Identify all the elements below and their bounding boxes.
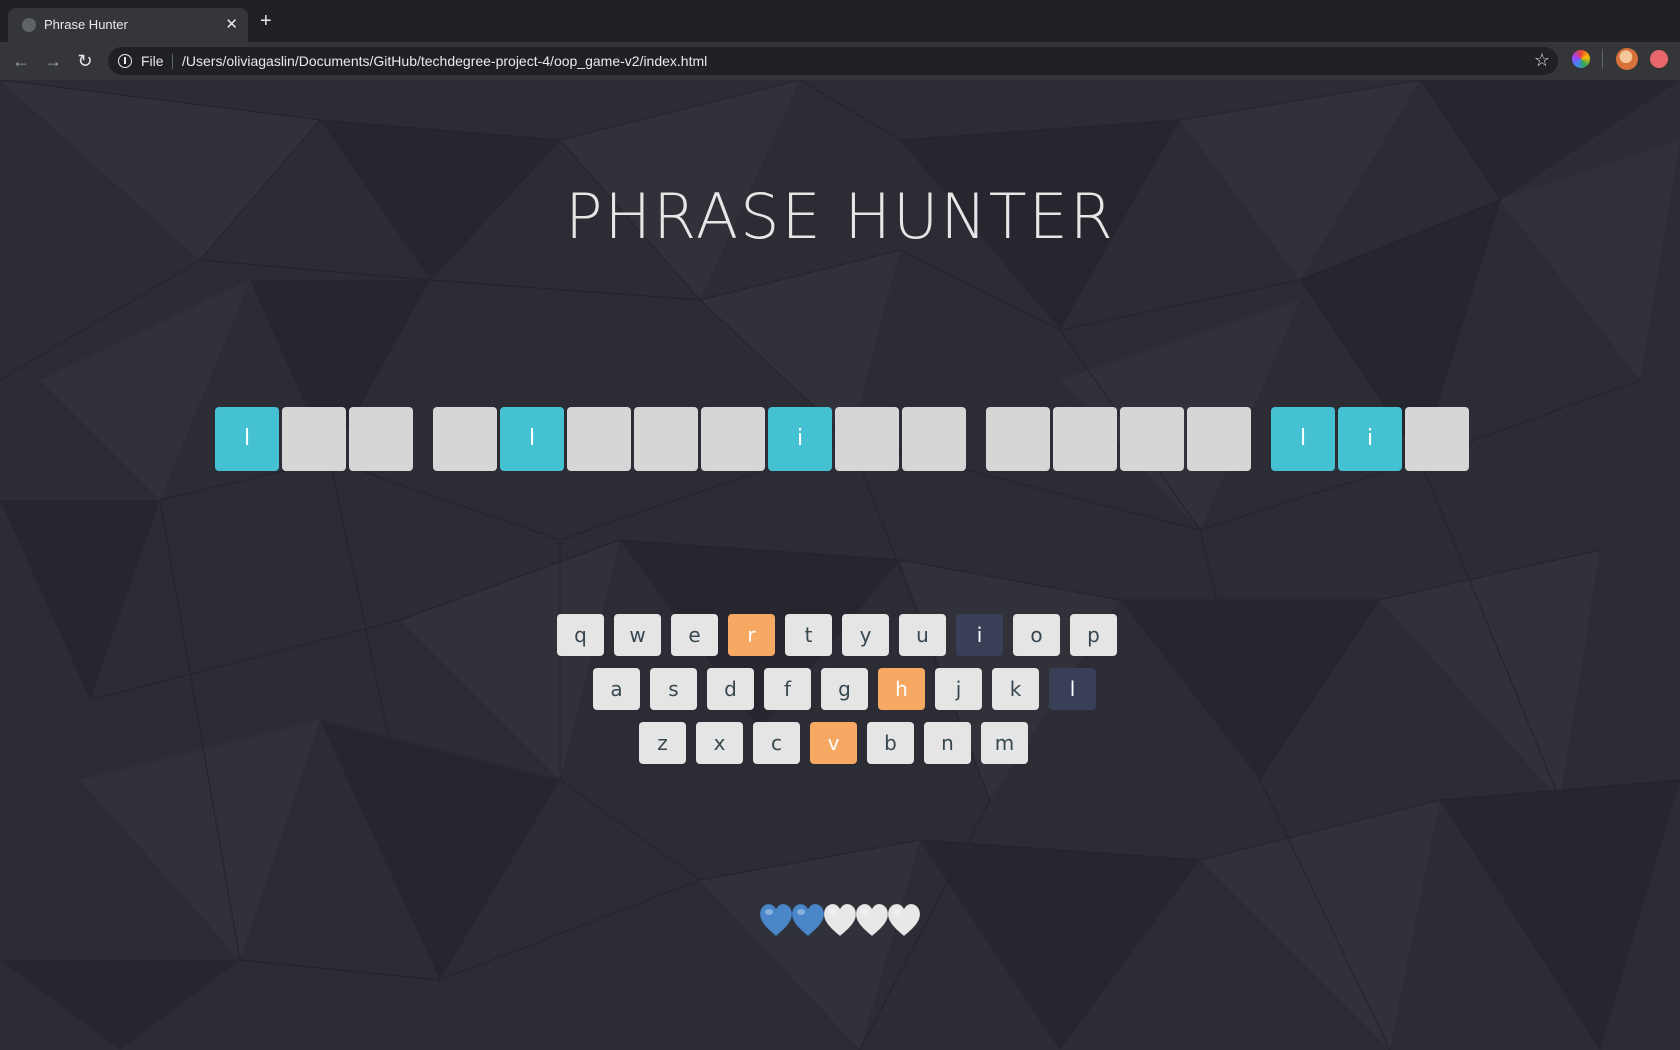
live-heart-icon — [791, 903, 825, 939]
scheme-label: File — [141, 53, 164, 69]
browser-toolbar: ← → ↻ File /Users/oliviagaslin/Documents… — [0, 42, 1680, 80]
key-v[interactable]: v — [810, 722, 857, 764]
lost-heart-icon — [855, 903, 889, 939]
phrase-letter-box — [902, 407, 966, 471]
omnibox-divider — [172, 54, 173, 69]
live-heart-icon — [759, 903, 793, 939]
key-y[interactable]: y — [842, 614, 889, 656]
back-arrow-icon[interactable]: ← — [8, 48, 34, 74]
extension-icon[interactable] — [1572, 50, 1590, 68]
game-title: PHRASE HUNTER — [565, 180, 1115, 253]
key-p[interactable]: p — [1070, 614, 1117, 656]
key-l[interactable]: l — [1049, 668, 1096, 710]
key-m[interactable]: m — [981, 722, 1028, 764]
key-x[interactable]: x — [696, 722, 743, 764]
reload-icon[interactable]: ↻ — [72, 48, 98, 74]
lost-heart-icon — [823, 903, 857, 939]
keyboard-row-1: qwertyuiop — [557, 614, 1123, 656]
key-d[interactable]: d — [707, 668, 754, 710]
phrase-letter-box — [433, 407, 497, 471]
lost-heart-icon — [887, 903, 921, 939]
key-n[interactable]: n — [924, 722, 971, 764]
phrase-letter-box — [1405, 407, 1469, 471]
browser-tabstrip: Phrase Hunter ✕ + — [0, 0, 1680, 42]
phrase-letter-box — [1053, 407, 1117, 471]
key-u[interactable]: u — [899, 614, 946, 656]
phrase-display: llili — [215, 407, 1469, 471]
forward-arrow-icon[interactable]: → — [40, 48, 66, 74]
key-i[interactable]: i — [956, 614, 1003, 656]
key-e[interactable]: e — [671, 614, 718, 656]
phrase-letter-box — [701, 407, 765, 471]
key-g[interactable]: g — [821, 668, 868, 710]
phrase-letter-box — [1187, 407, 1251, 471]
key-t[interactable]: t — [785, 614, 832, 656]
profile-avatar[interactable] — [1616, 48, 1638, 70]
toolbar-divider — [1602, 49, 1603, 69]
tab-title: Phrase Hunter — [44, 17, 128, 32]
key-f[interactable]: f — [764, 668, 811, 710]
key-b[interactable]: b — [867, 722, 914, 764]
phrase-letter-box: l — [215, 407, 279, 471]
phrase-letter-box — [282, 407, 346, 471]
key-o[interactable]: o — [1013, 614, 1060, 656]
phrase-letter-box — [835, 407, 899, 471]
key-q[interactable]: q — [557, 614, 604, 656]
phrase-letter-box — [986, 407, 1050, 471]
phrase-letter-box — [349, 407, 413, 471]
phrase-letter-box — [634, 407, 698, 471]
close-icon[interactable]: ✕ — [225, 15, 238, 33]
phrase-letter-box: i — [768, 407, 832, 471]
keyboard-row-3: zxcvbnm — [639, 722, 1041, 764]
phrase-letter-box: i — [1338, 407, 1402, 471]
phrase-letter-box — [567, 407, 631, 471]
browser-tab[interactable]: Phrase Hunter ✕ — [8, 8, 248, 42]
phrase-letter-box: l — [1271, 407, 1335, 471]
keyboard-row-2: asdfghjkl — [593, 668, 1096, 710]
key-j[interactable]: j — [935, 668, 982, 710]
new-tab-button[interactable]: + — [260, 11, 272, 31]
bookmark-star-icon[interactable]: ☆ — [1534, 50, 1550, 71]
key-k[interactable]: k — [992, 668, 1039, 710]
key-w[interactable]: w — [614, 614, 661, 656]
key-h[interactable]: h — [878, 668, 925, 710]
info-icon[interactable] — [118, 54, 132, 68]
address-bar[interactable]: File /Users/oliviagaslin/Documents/GitHu… — [108, 47, 1558, 75]
key-z[interactable]: z — [639, 722, 686, 764]
key-r[interactable]: r — [728, 614, 775, 656]
phrase-letter-box — [1120, 407, 1184, 471]
phrase-letter-box: l — [500, 407, 564, 471]
url-text[interactable]: /Users/oliviagaslin/Documents/GitHub/tec… — [182, 53, 707, 69]
globe-icon — [22, 18, 36, 32]
key-a[interactable]: a — [593, 668, 640, 710]
key-c[interactable]: c — [753, 722, 800, 764]
key-s[interactable]: s — [650, 668, 697, 710]
lives-scoreboard — [0, 903, 1680, 943]
update-icon[interactable] — [1650, 50, 1668, 68]
